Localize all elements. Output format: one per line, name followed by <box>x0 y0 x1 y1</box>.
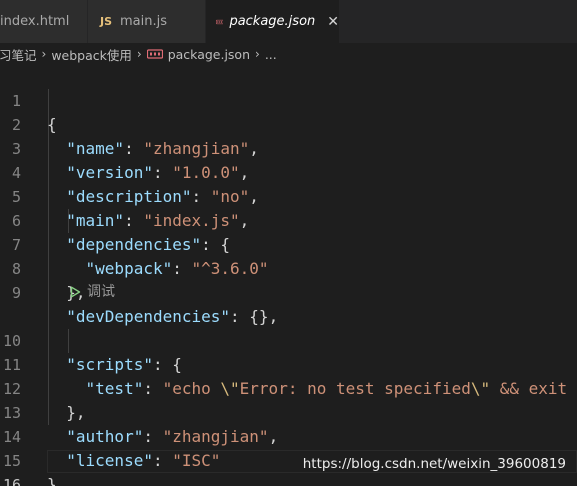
debug-codelens[interactable]: 调试 <box>70 281 115 303</box>
tab-package-json[interactable]: package.json ✕ <box>206 0 340 43</box>
chevron-right-icon: › <box>136 47 142 61</box>
code-line: 10 "scripts": { <box>0 305 577 374</box>
breadcrumb-item-symbols[interactable]: ... <box>265 47 277 62</box>
code-line: 14 "license": "ISC" <box>0 401 577 470</box>
code-line: 2 "name": "zhangjian", <box>0 89 577 158</box>
breadcrumb-item-folder-notes[interactable]: 习笔记 <box>0 45 37 64</box>
line-number: 16 <box>2 476 21 486</box>
line-number: 9 <box>11 284 21 302</box>
editor-window: index.html JS main.js package.json ✕ 习笔记… <box>0 0 577 486</box>
codelens-label: 调试 <box>87 284 115 300</box>
code-line: 15 } <box>0 425 577 486</box>
code-line: 9 "devDependencies": {}, <box>0 257 577 326</box>
code-line: 13 "author": "zhangjian", <box>0 377 577 446</box>
code-line: 8 }, <box>0 233 577 302</box>
code-line: 5 "main": "index.js", <box>0 161 577 230</box>
play-icon <box>70 286 81 298</box>
tab-bar: index.html JS main.js package.json ✕ <box>0 0 577 43</box>
chevron-right-icon: › <box>41 47 47 61</box>
watermark: https://blog.csdn.net/weixin_39600819 <box>302 456 566 472</box>
javascript-file-icon: JS <box>100 15 113 28</box>
code-line: 6 "dependencies": { <box>0 185 577 254</box>
tab-label: package.json <box>229 14 316 29</box>
tab-index-html[interactable]: index.html <box>0 0 88 43</box>
breadcrumb-item-file[interactable]: package.json <box>168 47 250 62</box>
json-file-icon <box>146 49 163 59</box>
code-line: 7 "webpack": "^3.6.0" <box>0 209 577 278</box>
tab-label: main.js <box>120 14 168 29</box>
code-line: 4 "description": "no", <box>0 137 577 206</box>
breadcrumb: 习笔记 › webpack使用 › package.json › ... <box>0 43 577 65</box>
chevron-right-icon: › <box>255 47 260 61</box>
tab-label: index.html <box>0 14 70 29</box>
code-line: 3 "version": "1.0.0", <box>0 113 577 182</box>
json-file-icon <box>216 19 224 24</box>
code-line: 12 }, <box>0 353 577 422</box>
close-icon[interactable]: ✕ <box>327 14 339 30</box>
breadcrumb-item-webpack[interactable]: webpack使用 <box>51 45 132 64</box>
tab-main-js[interactable]: JS main.js <box>88 0 206 43</box>
code-line: 11 "test": "echo \"Error: no test specif… <box>0 329 577 398</box>
code-line: 1 { <box>0 65 577 134</box>
code-editor[interactable]: 1 { 2 "name": "zhangjian", 3 "version": … <box>0 65 577 486</box>
